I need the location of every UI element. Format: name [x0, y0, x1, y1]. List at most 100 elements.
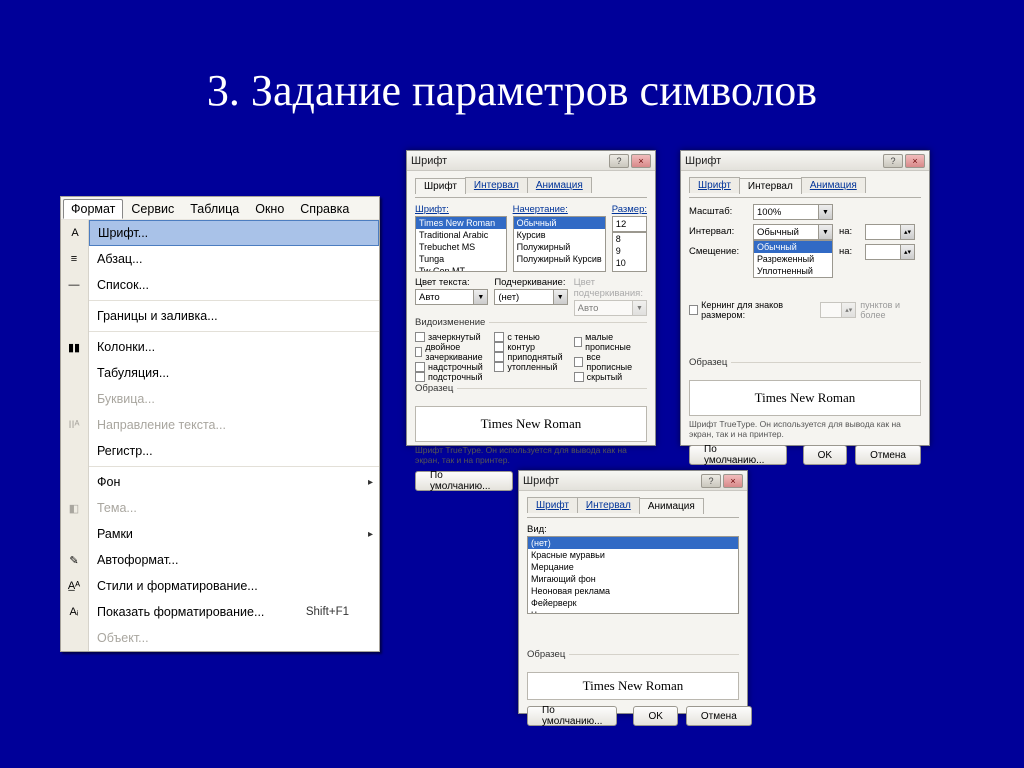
position-by-spinner[interactable]: ▴▾: [865, 244, 915, 260]
effect-checkbox[interactable]: с тенью: [494, 332, 567, 342]
font-list[interactable]: Times New Roman Traditional Arabic Trebu…: [415, 216, 507, 272]
list-item[interactable]: Мигающий фон: [528, 573, 738, 585]
menubar-item[interactable]: Сервис: [123, 199, 182, 219]
spinner-icon[interactable]: ▴▾: [901, 224, 915, 240]
tab-font[interactable]: Шрифт: [689, 177, 740, 193]
list-item[interactable]: Trebuchet MS: [416, 241, 506, 253]
effect-checkbox[interactable]: малые прописные: [574, 332, 647, 352]
menu-item[interactable]: Табуляция...: [89, 360, 379, 386]
effect-checkbox[interactable]: утопленный: [494, 362, 567, 372]
spacing-by-spinner[interactable]: ▴▾: [865, 224, 915, 240]
menu-item[interactable]: —Список...: [89, 272, 379, 298]
animation-list[interactable]: (нет)Красные муравьиМерцаниеМигающий фон…: [527, 536, 739, 614]
list-item[interactable]: 9: [613, 245, 646, 257]
menu-item[interactable]: A̲ᴬСтили и форматирование...: [89, 573, 379, 599]
kerning-checkbox[interactable]: Кернинг для знаков размером:: [689, 300, 816, 320]
list-item[interactable]: Traditional Arabic: [416, 229, 506, 241]
default-button[interactable]: По умолчанию...: [689, 445, 787, 465]
default-button[interactable]: По умолчанию...: [415, 471, 513, 491]
size-list[interactable]: 8 9 10 11: [612, 232, 647, 272]
tab-font[interactable]: Шрифт: [527, 497, 578, 513]
ucolor-combo[interactable]: ▼: [574, 300, 647, 316]
effect-checkbox[interactable]: приподнятый: [494, 352, 567, 362]
tab-spacing[interactable]: Интервал: [577, 497, 640, 513]
help-button[interactable]: ?: [883, 154, 903, 168]
underline-combo[interactable]: ▼: [494, 289, 567, 305]
spacing-dropdown[interactable]: Обычный Разреженный Уплотненный: [753, 240, 833, 278]
chevron-down-icon[interactable]: ▼: [819, 224, 833, 240]
default-button[interactable]: По умолчанию...: [527, 706, 617, 726]
size-input[interactable]: [612, 216, 647, 232]
tab-font[interactable]: Шрифт: [415, 178, 466, 194]
menu-item[interactable]: Фон▸: [89, 469, 379, 495]
list-item[interactable]: Полужирный: [514, 241, 605, 253]
ok-button[interactable]: OK: [633, 706, 677, 726]
chevron-down-icon[interactable]: ▼: [554, 289, 568, 305]
list-item[interactable]: 10: [613, 257, 646, 269]
list-item[interactable]: Times New Roman: [416, 217, 506, 229]
list-item[interactable]: Полужирный Курсив: [514, 253, 605, 265]
list-item[interactable]: Уплотненный: [754, 265, 832, 277]
cancel-button[interactable]: Отмена: [686, 706, 752, 726]
list-item[interactable]: (нет): [528, 537, 738, 549]
effect-label: малые прописные: [585, 332, 647, 352]
list-item[interactable]: 8: [613, 233, 646, 245]
kerning-label: Кернинг для знаков размером:: [701, 300, 816, 320]
tab-animation[interactable]: Анимация: [801, 177, 866, 193]
list-item[interactable]: 11: [613, 269, 646, 272]
effect-checkbox[interactable]: контур: [494, 342, 567, 352]
menu-item[interactable]: Регистр...: [89, 438, 379, 464]
effect-checkbox[interactable]: скрытый: [574, 372, 647, 382]
chevron-down-icon[interactable]: ▼: [819, 204, 833, 220]
menu-item[interactable]: ✎Автоформат...: [89, 547, 379, 573]
close-button[interactable]: ×: [723, 474, 743, 488]
help-button[interactable]: ?: [609, 154, 629, 168]
spinner-icon[interactable]: ▴▾: [901, 244, 915, 260]
list-item[interactable]: Tunga: [416, 253, 506, 265]
spacing-combo[interactable]: ▼: [753, 224, 833, 240]
style-list[interactable]: Обычный Курсив Полужирный Полужирный Кур…: [513, 216, 606, 272]
tabstrip: Шрифт Интервал Анимация: [689, 177, 921, 193]
list-item[interactable]: Неоновая реклама: [528, 585, 738, 597]
menu-item[interactable]: ≡Абзац...: [89, 246, 379, 272]
spinner-icon[interactable]: ▴▾: [842, 302, 856, 318]
effect-checkbox[interactable]: зачеркнутый: [415, 332, 488, 342]
cancel-button[interactable]: Отмена: [855, 445, 921, 465]
list-item[interactable]: Обычный: [514, 217, 605, 229]
effect-checkbox[interactable]: подстрочный: [415, 372, 488, 382]
effect-checkbox[interactable]: все прописные: [574, 352, 647, 372]
list-item[interactable]: Красные муравьи: [528, 549, 738, 561]
tab-animation[interactable]: Анимация: [639, 498, 704, 514]
list-item[interactable]: Черные муравьи: [528, 609, 738, 614]
close-button[interactable]: ×: [631, 154, 651, 168]
menu-item[interactable]: AᵢПоказать форматирование...Shift+F1: [89, 599, 379, 625]
effect-checkbox[interactable]: двойное зачеркивание: [415, 342, 488, 362]
menubar-item[interactable]: Таблица: [182, 199, 247, 219]
list-item[interactable]: Фейерверк: [528, 597, 738, 609]
chevron-down-icon[interactable]: ▼: [474, 289, 488, 305]
menubar-item[interactable]: Справка: [292, 199, 357, 219]
chevron-down-icon[interactable]: ▼: [633, 300, 647, 316]
kerning-spinner[interactable]: ▴▾: [820, 302, 856, 318]
menu-item[interactable]: Границы и заливка...: [89, 303, 379, 329]
menu-item[interactable]: AШрифт...: [89, 220, 379, 246]
tab-spacing[interactable]: Интервал: [465, 177, 528, 193]
tab-spacing[interactable]: Интервал: [739, 178, 802, 194]
color-combo[interactable]: ▼: [415, 289, 488, 305]
list-item[interactable]: Tw Cen MT: [416, 265, 506, 272]
menu-item[interactable]: ▮▮Колонки...: [89, 334, 379, 360]
list-item[interactable]: Мерцание: [528, 561, 738, 573]
menubar-item[interactable]: Формат: [63, 199, 123, 219]
close-button[interactable]: ×: [905, 154, 925, 168]
ok-button[interactable]: OK: [803, 445, 847, 465]
list-item[interactable]: Обычный: [754, 241, 832, 253]
menubar-item[interactable]: Окно: [247, 199, 292, 219]
list-item[interactable]: Разреженный: [754, 253, 832, 265]
help-button[interactable]: ?: [701, 474, 721, 488]
effect-checkbox[interactable]: надстрочный: [415, 362, 488, 372]
list-item[interactable]: Курсив: [514, 229, 605, 241]
scale-combo[interactable]: ▼: [753, 204, 833, 220]
menu-item-label: Список...: [97, 278, 379, 292]
tab-animation[interactable]: Анимация: [527, 177, 592, 193]
menu-item[interactable]: Рамки▸: [89, 521, 379, 547]
